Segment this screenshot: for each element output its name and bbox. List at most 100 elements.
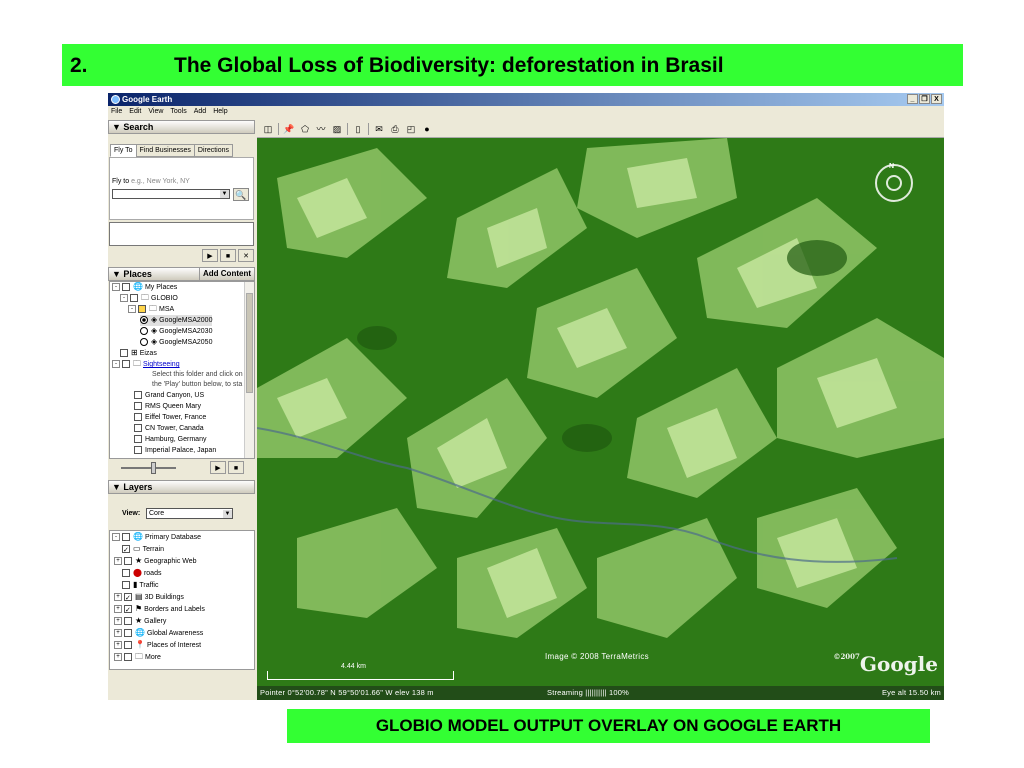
path-icon[interactable]: 〰 — [315, 123, 327, 135]
tree-item-msa2050[interactable]: ◈ GoogleMSA2050 — [140, 337, 212, 348]
tree-item-msa2030[interactable]: ◈ GoogleMSA2030 — [140, 326, 212, 337]
tree-item-my-places[interactable]: - 🌐 My Places — [112, 282, 177, 293]
star-icon: ★ — [135, 616, 143, 625]
layers-header[interactable]: ▼ Layers — [108, 480, 255, 494]
play-icon[interactable]: ▶ — [202, 249, 218, 262]
navigation-compass-icon[interactable]: N — [875, 163, 913, 202]
play-icon[interactable]: ▶ — [210, 461, 226, 474]
google-earth-icon — [111, 95, 120, 104]
overlay-icon[interactable]: ▨ — [331, 123, 343, 135]
polygon-icon[interactable]: ⬠ — [299, 123, 311, 135]
pointer-coordinates: Pointer 0°52'00.78" N 59°50'01.66" W ele… — [260, 688, 434, 697]
tree-item-msa[interactable]: - 🗀 MSA — [128, 304, 174, 315]
tree-item-eiffel-tower[interactable]: Eiffel Tower, France — [134, 413, 206, 423]
map-toolbar: ◫ 📌 ⬠ 〰 ▨ ▯ ✉ ⎙ ◰ ● — [257, 120, 944, 138]
menu-bar: File Edit View Tools Add Help — [108, 106, 944, 117]
menu-tools[interactable]: Tools — [170, 106, 186, 117]
search-icon[interactable]: 🔍 — [233, 188, 249, 201]
add-content-button[interactable]: Add Content — [199, 268, 254, 280]
search-tabs: Fly To Find Businesses Directions — [110, 144, 234, 157]
sky-icon[interactable]: ● — [421, 123, 433, 135]
layers-tree: - 🌐 Primary Database ✓ ▭ Terrain + ★ Geographi… — [109, 530, 255, 670]
layer-roads[interactable]: ⬤ roads — [122, 568, 161, 579]
ruler-icon[interactable]: ▯ — [352, 123, 364, 135]
menu-help[interactable]: Help — [213, 106, 227, 117]
layer-global-awareness[interactable]: + 🌐 Global Awareness — [114, 628, 203, 639]
window-titlebar: Google Earth _ ❐ X — [108, 93, 944, 106]
layer-3d-buildings[interactable]: + ✓ ▤ 3D Buildings — [114, 592, 184, 603]
maximize-button[interactable]: ❐ — [919, 94, 930, 104]
tree-item-queen-mary[interactable]: RMS Queen Mary — [134, 402, 201, 412]
slide-number: 2. — [70, 54, 88, 77]
tree-item-hamburg[interactable]: Hamburg, Germany — [134, 435, 206, 445]
star-icon: ★ — [135, 556, 143, 565]
tour-slider-thumb[interactable] — [151, 462, 156, 474]
menu-add[interactable]: Add — [194, 106, 206, 117]
menu-edit[interactable]: Edit — [129, 106, 141, 117]
left-panel: ▼ Search Fly To Find Businesses Directio… — [108, 120, 255, 700]
minimize-button[interactable]: _ — [907, 94, 918, 104]
dropdown-arrow-icon[interactable]: ▼ — [223, 510, 232, 518]
places-tree: - 🌐 My Places - 🗀 GLOBIO - 🗀 MSA ◈ GoogleMSA200… — [109, 281, 255, 459]
layer-geographic-web[interactable]: + ★ Geographic Web — [114, 556, 197, 567]
google-logo: ©2007Google — [833, 652, 938, 676]
overlay-icon: ◈ — [151, 315, 158, 324]
tree-item-grand-canyon[interactable]: Grand Canyon, US — [134, 391, 204, 401]
search-results[interactable] — [109, 222, 254, 246]
stop-icon[interactable]: ■ — [228, 461, 244, 474]
database-icon: 🌐 — [133, 532, 143, 541]
slide-title-bar: 2. The Global Loss of Biodiversity: defor… — [62, 44, 963, 86]
layer-places-of-interest[interactable]: + 📍 Places of Interest — [114, 640, 201, 651]
search-controls: ▶ ■ ✕ — [202, 249, 254, 262]
maps-icon[interactable]: ◰ — [405, 123, 417, 135]
tour-slider-track[interactable] — [121, 467, 176, 469]
email-icon[interactable]: ✉ — [373, 123, 385, 135]
terrain-icon: ▭ — [133, 544, 141, 553]
streaming-status: Streaming |||||||||| 100% — [547, 688, 630, 697]
folder-icon: 🗀 — [149, 304, 157, 313]
placemark-icon[interactable]: 📌 — [283, 123, 295, 135]
search-header[interactable]: ▼ Search — [108, 120, 255, 134]
roads-icon: ⬤ — [133, 568, 142, 577]
tree-item-eizas[interactable]: ⊞ Eizas — [120, 348, 157, 359]
layer-more[interactable]: + 🗀 More — [114, 652, 161, 663]
globe-icon: 🌐 — [135, 628, 145, 637]
places-scrollbar[interactable] — [244, 282, 254, 458]
places-controls: ▶ ■ — [210, 461, 244, 474]
layer-terrain[interactable]: ✓ ▭ Terrain — [122, 544, 164, 555]
menu-view[interactable]: View — [148, 106, 163, 117]
menu-file[interactable]: File — [111, 106, 122, 117]
sidebar-toggle-icon[interactable]: ◫ — [262, 123, 274, 135]
layer-traffic[interactable]: ▮ Traffic — [122, 580, 158, 591]
pin-icon: 📍 — [135, 640, 145, 649]
tree-item-globio[interactable]: - 🗀 GLOBIO — [120, 293, 178, 304]
clear-icon[interactable]: ✕ — [238, 249, 254, 262]
close-button[interactable]: X — [931, 94, 942, 104]
building-icon: ▤ — [135, 592, 143, 601]
google-earth-window: Google Earth _ ❐ X File Edit View Tools … — [108, 93, 944, 700]
stop-icon[interactable]: ■ — [220, 249, 236, 262]
layer-borders-labels[interactable]: + ✓ ⚑ Borders and Labels — [114, 604, 205, 615]
satellite-map[interactable]: N Image © 2008 TerraMetrics ©2007Google … — [257, 138, 944, 700]
places-header[interactable]: ▼ Places Add Content — [108, 267, 255, 281]
view-label: View: — [122, 510, 141, 517]
tab-find-businesses[interactable]: Find Businesses — [135, 144, 195, 157]
status-bar: Pointer 0°52'00.78" N 59°50'01.66" W ele… — [257, 686, 944, 700]
view-select[interactable]: Core ▼ — [146, 508, 233, 519]
traffic-icon: ▮ — [133, 580, 138, 589]
grid-icon: ⊞ — [131, 348, 138, 357]
tree-item-imperial-palace[interactable]: Imperial Palace, Japan — [134, 446, 216, 456]
tab-directions[interactable]: Directions — [193, 144, 234, 157]
tab-fly-to[interactable]: Fly To — [110, 144, 137, 157]
layer-primary-database[interactable]: - 🌐 Primary Database — [112, 532, 201, 543]
fly-to-input[interactable]: ▼ — [112, 189, 230, 199]
scrollbar-thumb[interactable] — [246, 293, 253, 393]
tree-item-msa2000[interactable]: ◈ GoogleMSA2000 — [140, 315, 213, 326]
flag-icon: ⚑ — [135, 604, 143, 613]
tree-item-sightseeing[interactable]: - 🗀 Sightseeing — [112, 359, 180, 370]
dropdown-arrow-icon[interactable]: ▼ — [220, 190, 229, 198]
print-icon[interactable]: ⎙ — [389, 123, 401, 135]
eye-altitude: Eye alt 15.50 km — [881, 688, 941, 697]
layer-gallery[interactable]: + ★ Gallery — [114, 616, 166, 627]
tree-item-cn-tower[interactable]: CN Tower, Canada — [134, 424, 204, 434]
